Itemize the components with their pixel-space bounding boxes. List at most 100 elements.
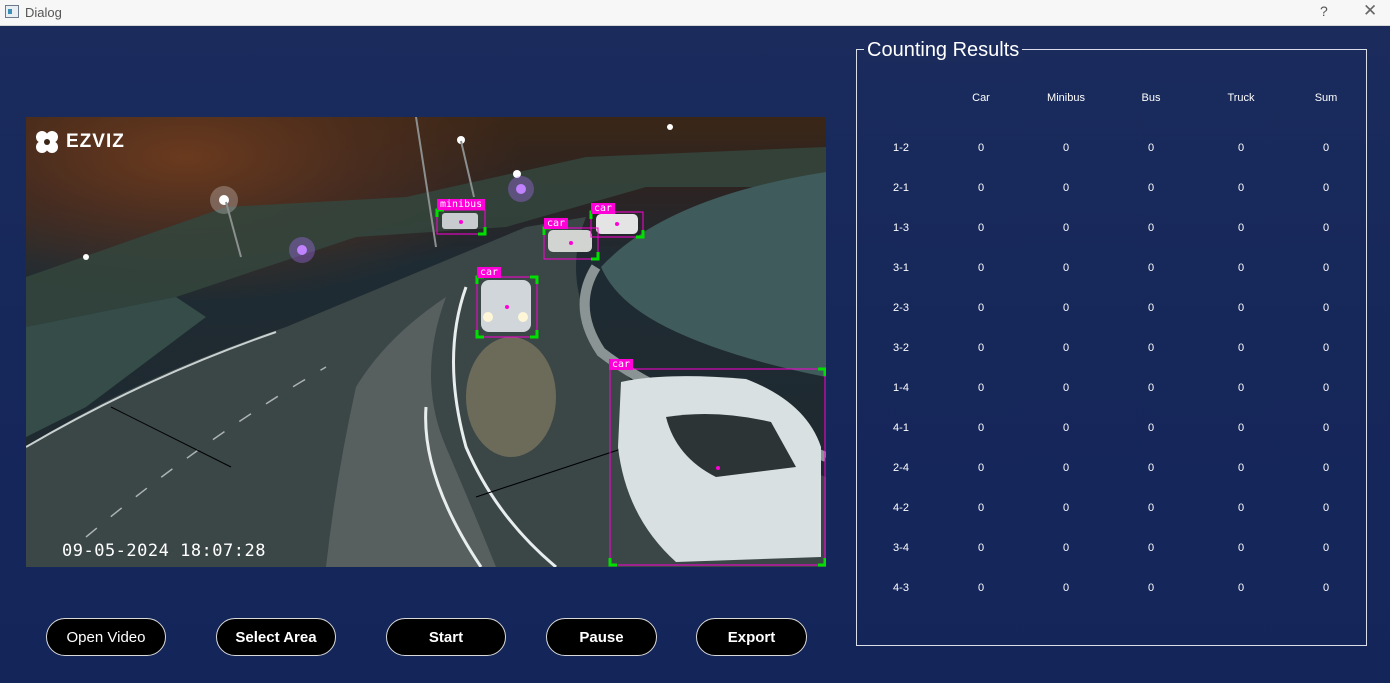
window-icon [5, 5, 19, 18]
count-cell: 0 [1062, 262, 1070, 274]
count-cell: 0 [1147, 262, 1155, 274]
count-cell: 0 [1322, 142, 1330, 154]
title-bar: Dialog ? ✕ [0, 0, 1390, 26]
counting-results-group [856, 49, 1367, 646]
row-label: 2-3 [893, 302, 909, 314]
count-cell: 0 [1322, 502, 1330, 514]
count-cell: 0 [1062, 182, 1070, 194]
row-label: 3-4 [893, 542, 909, 554]
count-cell: 0 [977, 422, 985, 434]
row-label: 2-1 [893, 182, 909, 194]
count-cell: 0 [1237, 542, 1245, 554]
ezviz-logo: EZVIZ [34, 129, 125, 155]
count-cell: 0 [1237, 222, 1245, 234]
open-video-button[interactable]: Open Video [46, 618, 166, 656]
count-cell: 0 [1237, 502, 1245, 514]
count-cell: 0 [977, 142, 985, 154]
count-cell: 0 [1322, 262, 1330, 274]
count-cell: 0 [1237, 302, 1245, 314]
help-button[interactable]: ? [1320, 3, 1328, 19]
count-cell: 0 [1147, 382, 1155, 394]
row-label: 3-2 [893, 342, 909, 354]
count-cell: 0 [977, 262, 985, 274]
ezviz-logo-icon [34, 129, 60, 155]
count-cell: 0 [1322, 342, 1330, 354]
ezviz-logo-text: EZVIZ [66, 131, 125, 152]
count-cell: 0 [1062, 462, 1070, 474]
detection-label-car: car [609, 359, 634, 370]
count-cell: 0 [1322, 462, 1330, 474]
row-label: 4-3 [893, 582, 909, 594]
video-display[interactable]: EZVIZ minibus car car car car 09-05-2024… [26, 117, 826, 567]
row-label: 1-3 [893, 222, 909, 234]
start-button[interactable]: Start [386, 618, 506, 656]
count-cell: 0 [977, 582, 985, 594]
count-cell: 0 [1147, 222, 1155, 234]
count-cell: 0 [1062, 142, 1070, 154]
count-cell: 0 [1322, 422, 1330, 434]
count-cell: 0 [1237, 142, 1245, 154]
column-header-minibus: Minibus [1047, 92, 1085, 104]
count-cell: 0 [977, 342, 985, 354]
count-cell: 0 [1237, 382, 1245, 394]
count-cell: 0 [1147, 542, 1155, 554]
count-cell: 0 [977, 502, 985, 514]
row-label: 2-4 [893, 462, 909, 474]
row-label: 4-2 [893, 502, 909, 514]
count-cell: 0 [1237, 342, 1245, 354]
count-cell: 0 [1062, 302, 1070, 314]
count-cell: 0 [1147, 462, 1155, 474]
count-cell: 0 [1322, 582, 1330, 594]
count-cell: 0 [977, 382, 985, 394]
detection-label-car: car [477, 267, 502, 278]
count-cell: 0 [1237, 422, 1245, 434]
count-cell: 0 [1062, 582, 1070, 594]
count-cell: 0 [1147, 502, 1155, 514]
count-cell: 0 [977, 222, 985, 234]
count-cell: 0 [977, 542, 985, 554]
detection-label-car: car [544, 218, 569, 229]
detection-label-minibus: minibus [437, 199, 486, 210]
count-cell: 0 [1237, 582, 1245, 594]
count-cell: 0 [1237, 182, 1245, 194]
pause-button[interactable]: Pause [546, 618, 657, 656]
count-cell: 0 [1322, 182, 1330, 194]
row-label: 4-1 [893, 422, 909, 434]
export-button[interactable]: Export [696, 618, 807, 656]
count-cell: 0 [977, 302, 985, 314]
video-scene [26, 117, 826, 567]
count-cell: 0 [1062, 502, 1070, 514]
count-cell: 0 [1147, 142, 1155, 154]
column-header-bus: Bus [1141, 92, 1161, 104]
counting-results-title: Counting Results [864, 39, 1023, 62]
video-timestamp: 09-05-2024 18:07:28 [62, 541, 266, 561]
count-cell: 0 [1147, 342, 1155, 354]
count-cell: 0 [1322, 222, 1330, 234]
column-header-sum: Sum [1314, 92, 1338, 104]
column-header-truck: Truck [1227, 92, 1255, 104]
count-cell: 0 [1062, 422, 1070, 434]
count-cell: 0 [1322, 542, 1330, 554]
count-cell: 0 [1147, 422, 1155, 434]
row-label: 1-4 [893, 382, 909, 394]
detection-label-car: car [591, 203, 616, 214]
close-button[interactable]: ✕ [1363, 1, 1377, 21]
count-cell: 0 [1237, 462, 1245, 474]
count-cell: 0 [1147, 582, 1155, 594]
count-cell: 0 [1062, 342, 1070, 354]
count-cell: 0 [1237, 262, 1245, 274]
row-label: 1-2 [893, 142, 909, 154]
window-title: Dialog [25, 5, 62, 20]
count-cell: 0 [1147, 182, 1155, 194]
count-cell: 0 [977, 182, 985, 194]
count-cell: 0 [1147, 302, 1155, 314]
count-cell: 0 [1062, 382, 1070, 394]
row-label: 3-1 [893, 262, 909, 274]
count-cell: 0 [1062, 542, 1070, 554]
count-cell: 0 [977, 462, 985, 474]
select-area-button[interactable]: Select Area [216, 618, 336, 656]
count-cell: 0 [1322, 302, 1330, 314]
count-cell: 0 [1062, 222, 1070, 234]
column-header-car: Car [972, 92, 990, 104]
count-cell: 0 [1322, 382, 1330, 394]
